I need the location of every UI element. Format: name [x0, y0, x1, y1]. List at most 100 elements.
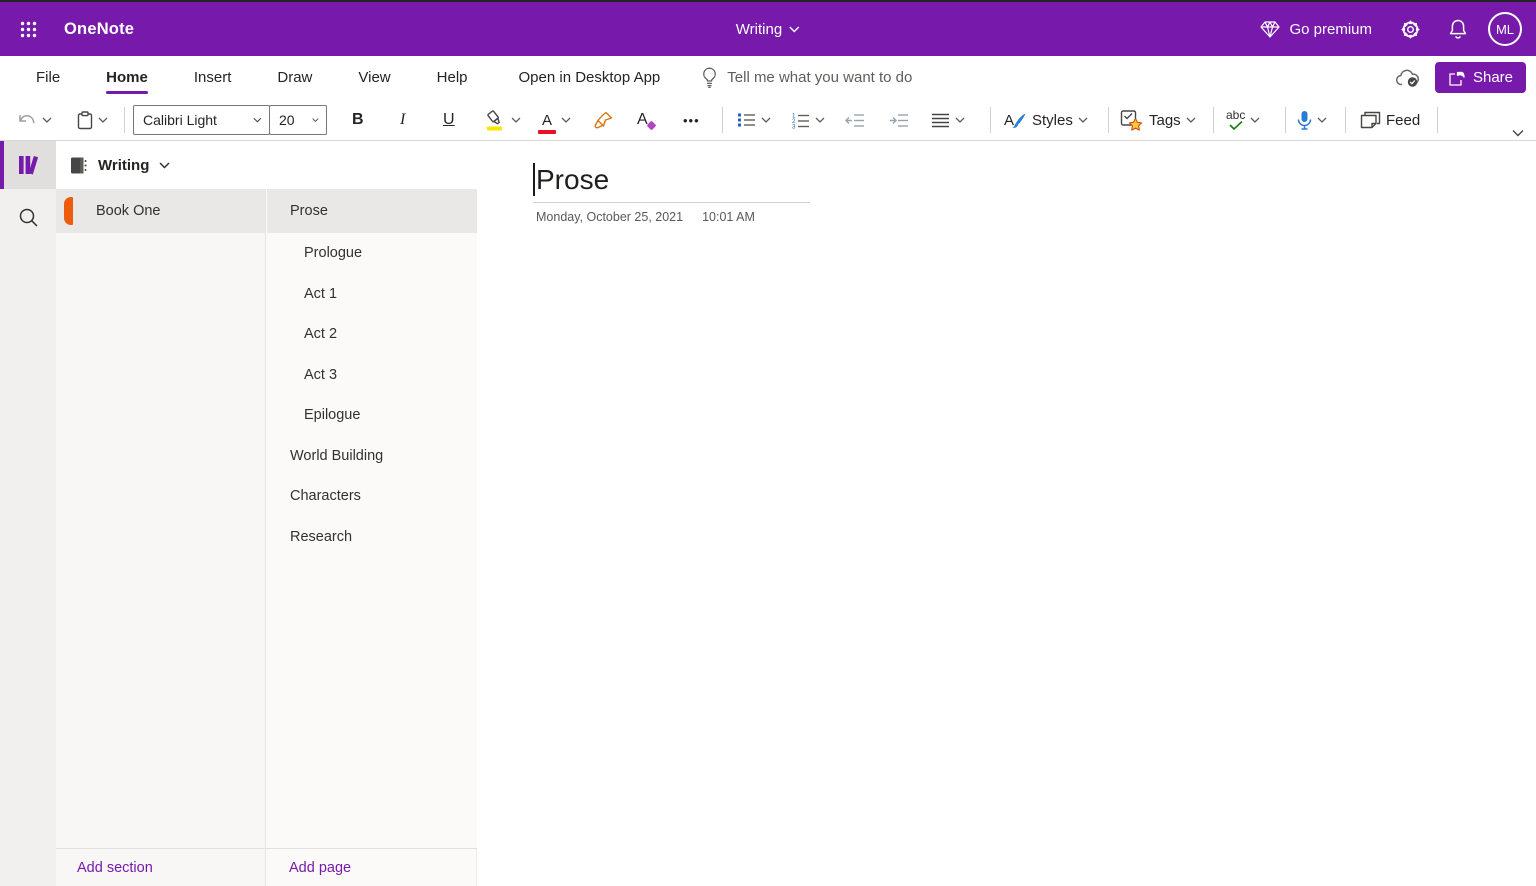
chevron-down-icon [815, 117, 825, 123]
more-formatting-button[interactable]: ••• [683, 104, 700, 136]
chevron-down-icon [761, 117, 771, 123]
library-books-icon [18, 155, 40, 175]
tags-icon [1120, 109, 1144, 131]
styles-label: Styles [1032, 112, 1073, 129]
search-button[interactable] [0, 199, 56, 235]
section-color-tab [64, 197, 73, 225]
italic-button[interactable]: I [400, 104, 405, 136]
font-name-combobox[interactable] [133, 105, 270, 135]
page-item[interactable]: Act 2 [267, 314, 477, 355]
highlight-button[interactable] [484, 104, 521, 136]
notebook-title: Writing [98, 157, 149, 174]
page-canvas[interactable]: Prose Monday, October 25, 2021 10:01 AM [478, 141, 1536, 886]
styles-icon: A [1003, 110, 1027, 130]
notebook-switcher-label: Writing [736, 21, 782, 38]
add-page-button[interactable]: Add page [266, 849, 476, 886]
chevron-down-icon [1317, 117, 1327, 123]
app-bar: OneNote Writing Go premium [0, 2, 1536, 56]
settings-button[interactable] [1386, 2, 1434, 56]
font-color-icon: A [538, 112, 556, 129]
chevron-down-icon [789, 26, 800, 33]
save-status-button[interactable] [1393, 63, 1423, 93]
avatar-initials: ML [1496, 22, 1514, 37]
page-item[interactable]: Epilogue [267, 395, 477, 436]
go-premium-button[interactable]: Go premium [1246, 2, 1386, 56]
page-label: Characters [290, 488, 361, 504]
page-item[interactable]: Characters [267, 476, 477, 517]
undo-icon [17, 112, 37, 129]
bulleted-list-button[interactable] [737, 104, 771, 136]
spellcheck-button[interactable]: abc [1226, 104, 1260, 136]
add-section-button[interactable]: Add section [56, 849, 266, 886]
collapse-ribbon-button[interactable] [1512, 129, 1524, 137]
page-label: Act 1 [304, 286, 337, 302]
tab-home[interactable]: Home [83, 56, 171, 99]
notebooks-rail-button[interactable] [0, 141, 56, 189]
font-size-input[interactable] [270, 112, 312, 128]
search-icon [18, 207, 39, 228]
dictate-button[interactable] [1297, 104, 1327, 136]
account-avatar[interactable]: ML [1488, 12, 1522, 46]
premium-diamond-icon [1260, 21, 1280, 38]
microphone-icon [1297, 110, 1312, 131]
chevron-down-icon [511, 117, 521, 123]
notebook-switcher[interactable]: Writing [736, 21, 800, 38]
open-in-desktop-button[interactable]: Open in Desktop App [519, 69, 661, 86]
decrease-indent-button[interactable] [845, 104, 865, 136]
tab-file[interactable]: File [13, 56, 83, 99]
bulleted-list-icon [737, 112, 756, 128]
paste-button[interactable] [77, 104, 108, 136]
page-item[interactable]: Act 3 [267, 355, 477, 396]
text-cursor [533, 163, 535, 196]
page-item[interactable]: Prose [267, 189, 477, 233]
chevron-down-icon [1078, 117, 1088, 123]
menu-bar: File Home Insert Draw View Help Open in … [0, 56, 1536, 99]
page-label: Prologue [304, 245, 362, 261]
font-name-input[interactable] [134, 112, 253, 128]
font-size-combobox[interactable] [269, 105, 327, 135]
feed-button[interactable]: Feed [1360, 104, 1420, 136]
numbered-list-button[interactable]: 123 [791, 104, 825, 136]
feed-icon [1360, 110, 1381, 130]
share-button[interactable]: Share [1435, 62, 1526, 93]
tell-me-search[interactable]: Tell me what you want to do [702, 67, 912, 88]
format-painter-icon [593, 110, 614, 130]
page-item[interactable]: World Building [267, 436, 477, 477]
tab-view[interactable]: View [335, 56, 413, 99]
page-item[interactable]: Act 1 [267, 274, 477, 315]
styles-button[interactable]: A Styles [1003, 104, 1088, 136]
tab-draw[interactable]: Draw [254, 56, 335, 99]
page-label: World Building [290, 448, 383, 464]
chevron-down-icon [1186, 117, 1196, 123]
page-date: Monday, October 25, 2021 [536, 210, 683, 224]
format-painter-button[interactable] [593, 104, 614, 136]
share-icon [1448, 70, 1465, 86]
pages-list: Prose Prologue Act 1 Act 2 Act 3 Epilogu… [267, 189, 477, 848]
sections-list: Book One [56, 189, 266, 848]
notebook-header-dropdown[interactable]: Writing [56, 141, 477, 189]
increase-indent-button[interactable] [889, 104, 909, 136]
font-color-button[interactable]: A [538, 104, 571, 136]
underline-button[interactable]: U [443, 104, 455, 136]
page-title: Prose [533, 159, 810, 201]
tab-help[interactable]: Help [414, 56, 491, 99]
section-item-book-one[interactable]: Book One [56, 189, 265, 233]
tags-button[interactable]: Tags [1120, 104, 1196, 136]
align-text-icon [931, 113, 950, 128]
clear-formatting-button[interactable]: A [637, 104, 648, 136]
page-item[interactable]: Research [267, 517, 477, 558]
page-label: Act 3 [304, 367, 337, 383]
tab-insert[interactable]: Insert [171, 56, 255, 99]
bold-button[interactable]: B [352, 104, 364, 136]
undo-button[interactable] [17, 104, 52, 136]
page-title-field[interactable]: Prose [533, 159, 810, 203]
app-launcher-button[interactable] [0, 2, 56, 56]
page-item[interactable]: Prologue [267, 233, 477, 274]
notifications-button[interactable] [1434, 2, 1482, 56]
tab-insert-label: Insert [194, 69, 232, 86]
ellipsis-icon: ••• [683, 113, 700, 128]
alignment-button[interactable] [931, 104, 965, 136]
notebook-icon [69, 156, 88, 175]
app-title[interactable]: OneNote [64, 20, 134, 39]
page-label: Act 2 [304, 326, 337, 342]
